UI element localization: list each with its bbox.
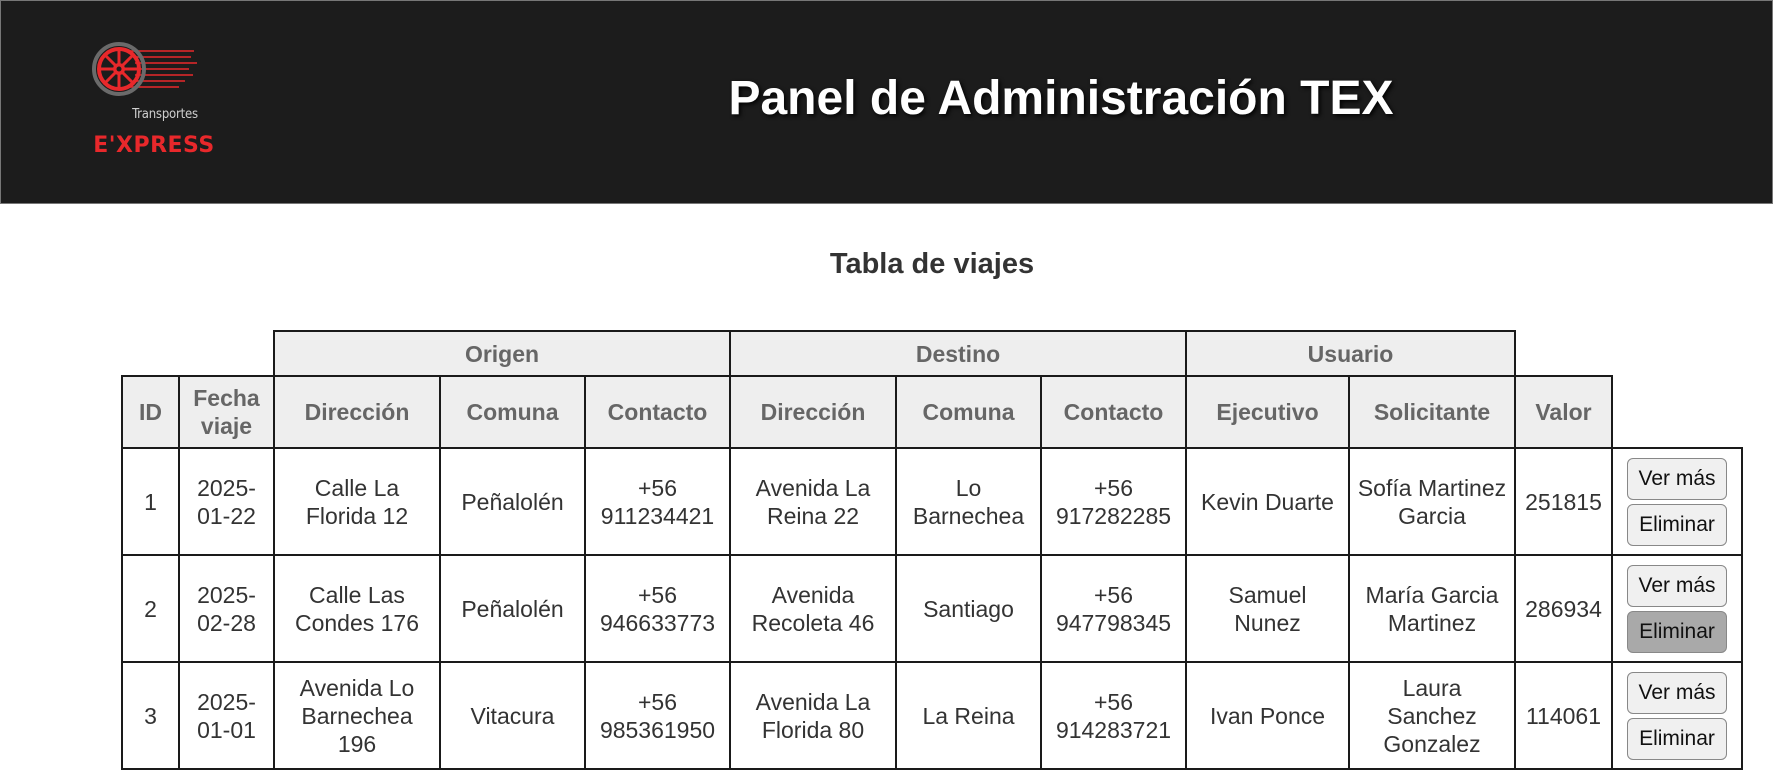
cell-origin-contact: +56 985361950 — [584, 661, 731, 770]
group-header-user: Usuario — [1185, 330, 1516, 377]
cell-origin-address: Calle La Florida 12 — [273, 447, 441, 556]
table-row: 3 2025-01-01 Avenida Lo Barnechea 196 Vi… — [121, 661, 1743, 770]
delete-button[interactable]: Eliminar — [1627, 610, 1727, 653]
cell-dest-contact: +56 947798345 — [1040, 554, 1187, 663]
cell-origin-commune: Peñalolén — [439, 554, 586, 663]
column-header-dest-commune: Comuna — [895, 375, 1042, 449]
table-row: 1 2025-01-22 Calle La Florida 12 Peñalol… — [121, 447, 1743, 556]
column-header-id: ID — [121, 375, 180, 449]
blank-header — [1612, 376, 1742, 448]
cell-requester: Sofía Martinez Garcia — [1348, 447, 1516, 556]
app-header: Transportes E'XPRESS Panel de Administra… — [0, 0, 1773, 204]
cell-requester: Laura Sanchez Gonzalez — [1348, 661, 1516, 770]
page-title: Panel de Administración TEX — [728, 72, 1394, 125]
cell-id: 2 — [121, 554, 180, 663]
cell-dest-commune: La Reina — [895, 661, 1042, 770]
cell-dest-commune: Lo Barnechea — [895, 447, 1042, 556]
cell-origin-commune: Vitacura — [439, 661, 586, 770]
cell-value: 286934 — [1514, 554, 1613, 663]
cell-value: 114061 — [1514, 661, 1613, 770]
column-header-value: Valor — [1514, 375, 1613, 449]
cell-id: 1 — [121, 447, 180, 556]
section-title: Tabla de viajes — [829, 248, 1035, 280]
cell-date: 2025-02-28 — [178, 554, 275, 663]
cell-dest-contact: +56 914283721 — [1040, 661, 1187, 770]
cell-date: 2025-01-01 — [178, 661, 275, 770]
column-header-origin-commune: Comuna — [439, 375, 586, 449]
cell-dest-address: Avenida Recoleta 46 — [729, 554, 897, 663]
group-header-origin: Origen — [273, 330, 731, 377]
cell-origin-commune: Peñalolén — [439, 447, 586, 556]
cell-date: 2025-01-22 — [178, 447, 275, 556]
cell-dest-address: Avenida La Reina 22 — [729, 447, 897, 556]
company-logo[interactable]: Transportes E'XPRESS — [89, 37, 219, 167]
cell-origin-contact: +56 911234421 — [584, 447, 731, 556]
cell-actions: Ver más Eliminar — [1611, 661, 1743, 770]
group-header-destination: Destino — [729, 330, 1187, 377]
logo-subtitle: Transportes — [132, 107, 198, 122]
cell-origin-contact: +56 946633773 — [584, 554, 731, 663]
cell-executive: Samuel Nunez — [1185, 554, 1350, 663]
cell-executive: Kevin Duarte — [1185, 447, 1350, 556]
column-header-executive: Ejecutivo — [1185, 375, 1350, 449]
view-more-button[interactable]: Ver más — [1627, 457, 1727, 500]
cell-id: 3 — [121, 661, 180, 770]
column-header-origin-address: Dirección — [273, 375, 441, 449]
column-header-dest-address: Dirección — [729, 375, 897, 449]
cell-actions: Ver más Eliminar — [1611, 554, 1743, 663]
cell-value: 251815 — [1514, 447, 1613, 556]
view-more-button[interactable]: Ver más — [1627, 564, 1727, 607]
logo-brand: E'XPRESS — [93, 133, 215, 158]
column-header-origin-contact: Contacto — [584, 375, 731, 449]
column-header-dest-contact: Contacto — [1040, 375, 1187, 449]
delete-button[interactable]: Eliminar — [1627, 503, 1727, 546]
wheel-icon — [92, 42, 197, 96]
table-row: 2 2025-02-28 Calle Las Condes 176 Peñalo… — [121, 554, 1743, 663]
cell-requester: María Garcia Martinez — [1348, 554, 1516, 663]
trips-table: Origen Destino Usuario ID Fecha viaje Di… — [121, 330, 1743, 770]
cell-origin-address: Avenida Lo Barnechea 196 — [273, 661, 441, 770]
cell-actions: Ver más Eliminar — [1611, 447, 1743, 556]
cell-origin-address: Calle Las Condes 176 — [273, 554, 441, 663]
cell-dest-address: Avenida La Florida 80 — [729, 661, 897, 770]
blank-header — [179, 331, 274, 376]
view-more-button[interactable]: Ver más — [1627, 671, 1727, 714]
delete-button[interactable]: Eliminar — [1627, 717, 1727, 760]
column-header-requester: Solicitante — [1348, 375, 1516, 449]
cell-executive: Ivan Ponce — [1185, 661, 1350, 770]
column-header-date: Fecha viaje — [178, 375, 275, 449]
blank-header — [1612, 331, 1742, 376]
blank-header — [122, 331, 179, 376]
cell-dest-contact: +56 917282285 — [1040, 447, 1187, 556]
blank-header — [1515, 331, 1612, 376]
cell-dest-commune: Santiago — [895, 554, 1042, 663]
